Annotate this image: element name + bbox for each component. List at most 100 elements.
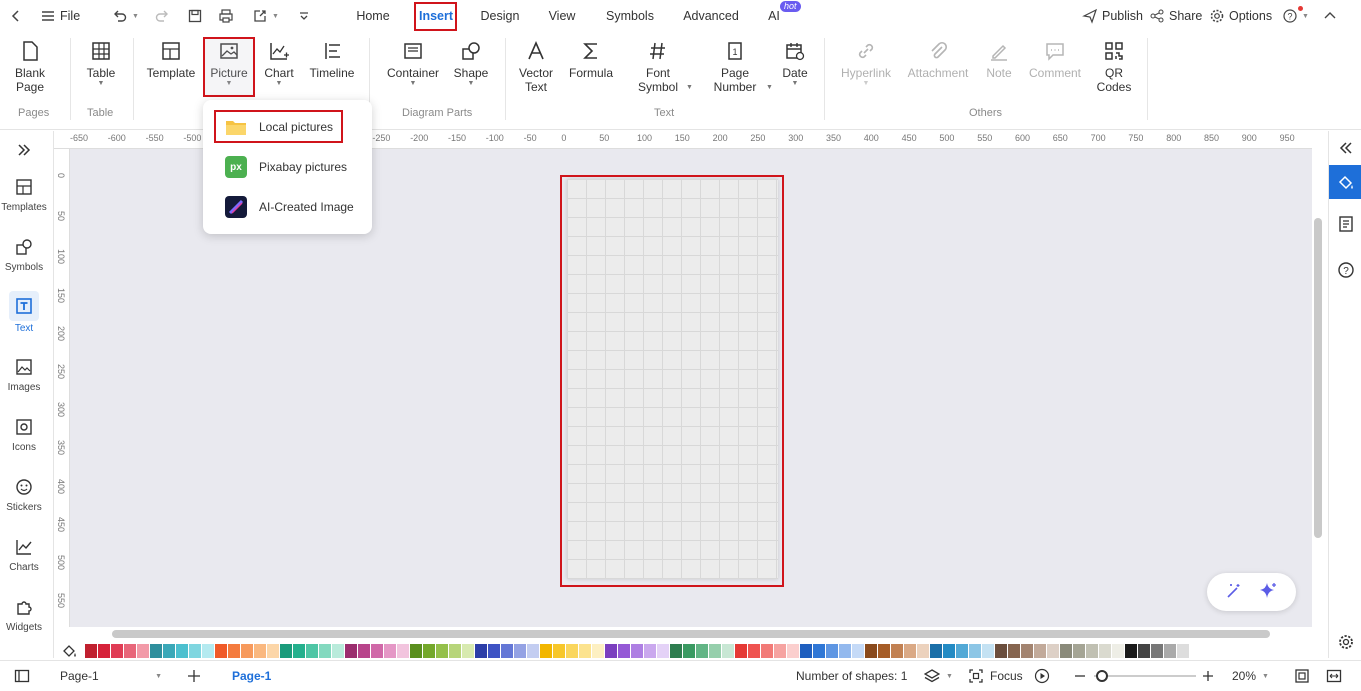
tab-advanced[interactable]: Advanced — [680, 0, 742, 32]
color-swatch[interactable] — [371, 644, 383, 658]
page-tab[interactable]: Page-1 — [232, 661, 271, 691]
font-symbol-button[interactable]: Font Symbol — [632, 40, 684, 94]
menu-item-ai-created-image[interactable]: AI-Created Image — [225, 195, 354, 219]
color-swatch[interactable] — [176, 644, 188, 658]
color-swatch[interactable] — [1034, 644, 1046, 658]
toggle-panel-button[interactable] — [14, 661, 30, 691]
tab-view[interactable]: View — [544, 0, 580, 32]
color-swatch[interactable] — [878, 644, 890, 658]
color-swatch[interactable] — [1021, 644, 1033, 658]
color-swatch[interactable] — [228, 644, 240, 658]
tab-design[interactable]: Design — [476, 0, 524, 32]
color-swatch[interactable] — [631, 644, 643, 658]
tab-home[interactable]: Home — [350, 0, 396, 32]
color-swatch[interactable] — [267, 644, 279, 658]
color-swatch[interactable] — [852, 644, 864, 658]
color-swatch[interactable] — [956, 644, 968, 658]
layers-button[interactable]: ▼ — [924, 661, 953, 691]
color-swatch[interactable] — [514, 644, 526, 658]
color-swatch[interactable] — [163, 644, 175, 658]
color-swatch[interactable] — [826, 644, 838, 658]
color-swatch[interactable] — [839, 644, 851, 658]
zoom-slider[interactable] — [1094, 661, 1196, 691]
page-number-button[interactable]: 1 Page Number — [706, 40, 764, 94]
file-menu[interactable]: File — [40, 0, 80, 32]
container-button[interactable]: Container ▼ — [384, 40, 442, 88]
vertical-scrollbar[interactable] — [1314, 218, 1322, 538]
color-swatch[interactable] — [1138, 644, 1150, 658]
color-swatch[interactable] — [982, 644, 994, 658]
style-panel-button[interactable] — [1329, 165, 1361, 199]
hyperlink-button[interactable]: Hyperlink ▼ — [836, 40, 896, 88]
tab-insert[interactable]: Insert — [416, 0, 456, 32]
color-swatch[interactable] — [345, 644, 357, 658]
play-button[interactable] — [1034, 661, 1050, 691]
page-panel-button[interactable] — [1329, 207, 1361, 241]
color-swatch[interactable] — [592, 644, 604, 658]
color-swatch[interactable] — [1177, 644, 1189, 658]
color-swatch[interactable] — [1060, 644, 1072, 658]
color-swatch[interactable] — [657, 644, 669, 658]
color-swatch[interactable] — [241, 644, 253, 658]
color-swatch[interactable] — [1086, 644, 1098, 658]
color-swatch[interactable] — [384, 644, 396, 658]
color-swatch[interactable] — [319, 644, 331, 658]
timeline-button[interactable]: Timeline — [306, 40, 358, 80]
color-swatch[interactable] — [605, 644, 617, 658]
color-swatch[interactable] — [358, 644, 370, 658]
color-swatch[interactable] — [995, 644, 1007, 658]
fill-tool-button[interactable] — [62, 643, 84, 659]
sidebar-item-text[interactable]: Text — [0, 291, 48, 334]
back-button[interactable] — [8, 0, 24, 32]
color-swatch[interactable] — [137, 644, 149, 658]
collapse-ribbon-button[interactable] — [1322, 0, 1338, 32]
color-swatch[interactable] — [1164, 644, 1176, 658]
tab-symbols[interactable]: Symbols — [600, 0, 660, 32]
shape-button[interactable]: Shape ▼ — [451, 40, 491, 88]
color-swatch[interactable] — [501, 644, 513, 658]
color-swatch[interactable] — [670, 644, 682, 658]
color-swatch[interactable] — [397, 644, 409, 658]
color-swatch[interactable] — [696, 644, 708, 658]
help-button[interactable]: ? ▼ — [1282, 0, 1309, 32]
formula-button[interactable]: Formula — [566, 40, 616, 80]
redo-button[interactable] — [154, 0, 170, 32]
publish-button[interactable]: Publish — [1082, 0, 1143, 32]
color-swatch[interactable] — [709, 644, 721, 658]
color-swatch[interactable] — [449, 644, 461, 658]
date-button[interactable]: Date ▼ — [780, 40, 810, 88]
color-swatch[interactable] — [98, 644, 110, 658]
template-button[interactable]: Template — [145, 40, 197, 80]
color-swatch[interactable] — [1047, 644, 1059, 658]
table-button[interactable]: Table ▼ — [82, 40, 120, 88]
page-canvas[interactable] — [567, 179, 778, 579]
color-swatch[interactable] — [579, 644, 591, 658]
color-swatch[interactable] — [683, 644, 695, 658]
comment-button[interactable]: Comment — [1026, 40, 1084, 80]
color-swatch[interactable] — [1099, 644, 1111, 658]
color-swatch[interactable] — [722, 644, 734, 658]
color-swatch[interactable] — [1151, 644, 1163, 658]
color-swatch[interactable] — [618, 644, 630, 658]
export-button[interactable]: ▼ — [252, 0, 279, 32]
color-swatch[interactable] — [436, 644, 448, 658]
color-swatch[interactable] — [566, 644, 578, 658]
color-swatch[interactable] — [423, 644, 435, 658]
color-swatch[interactable] — [748, 644, 760, 658]
sidebar-item-widgets[interactable]: Widgets — [0, 598, 48, 633]
color-swatch[interactable] — [306, 644, 318, 658]
color-swatch[interactable] — [215, 644, 227, 658]
color-swatch[interactable] — [254, 644, 266, 658]
color-swatch[interactable] — [332, 644, 344, 658]
color-swatch[interactable] — [124, 644, 136, 658]
color-swatch[interactable] — [488, 644, 500, 658]
zoom-out-button[interactable] — [1072, 661, 1088, 691]
color-swatch[interactable] — [1073, 644, 1085, 658]
save-button[interactable] — [187, 0, 203, 32]
color-swatch[interactable] — [761, 644, 773, 658]
color-swatch[interactable] — [930, 644, 942, 658]
sidebar-item-templates[interactable]: Templates — [0, 178, 48, 213]
settings-button[interactable] — [1329, 625, 1361, 659]
help-panel-button[interactable]: ? — [1329, 253, 1361, 287]
collapse-right-panel-button[interactable] — [1329, 131, 1361, 165]
